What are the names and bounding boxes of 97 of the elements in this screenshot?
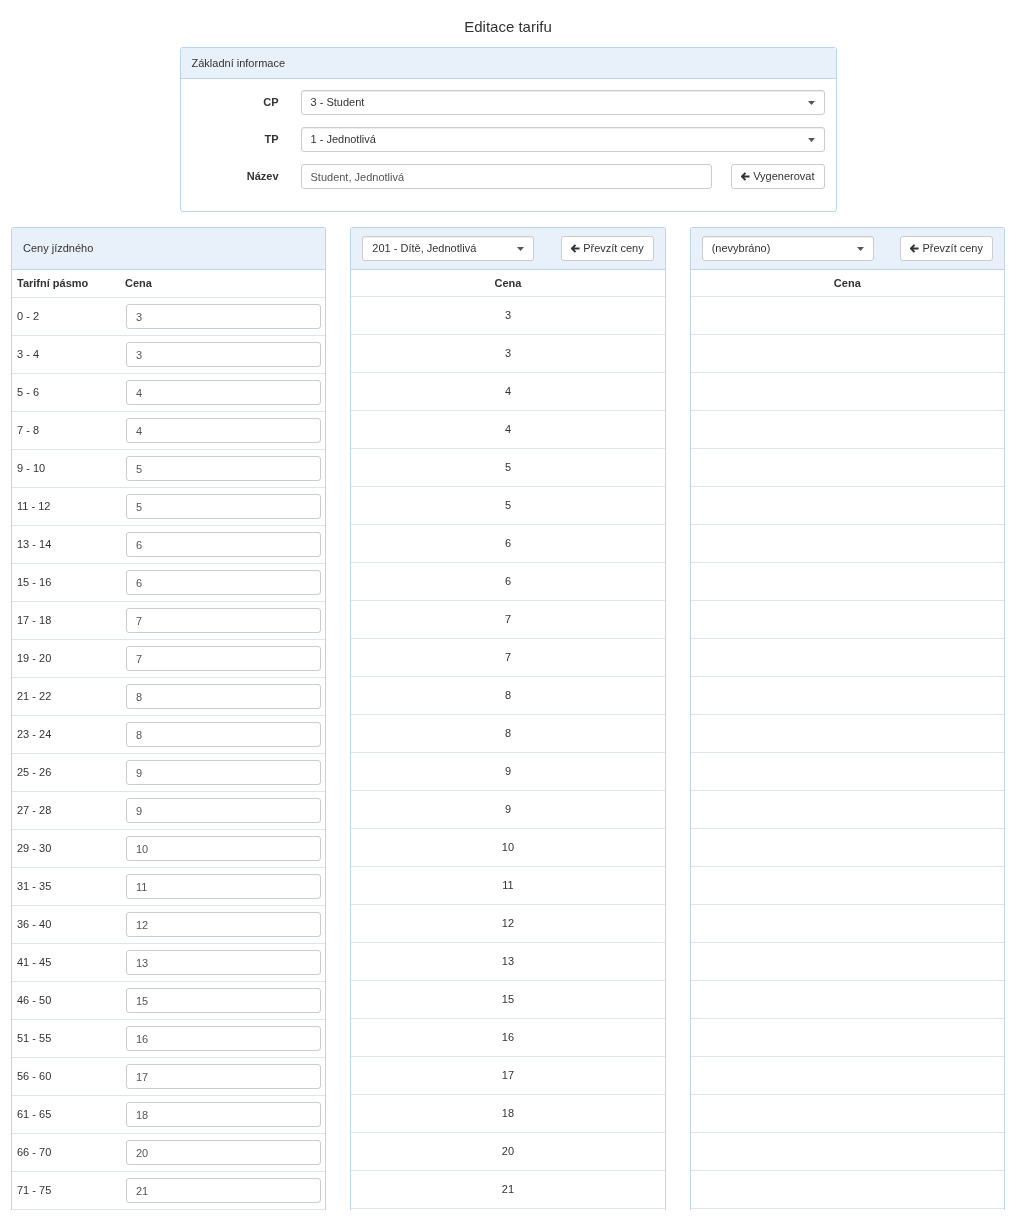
panel-title: Základní informace: [191, 55, 286, 71]
price-cell-text: 7: [504, 612, 512, 628]
zone-cell-text: 31 - 35: [17, 879, 53, 895]
zone-cell-text: 36 - 40: [17, 917, 53, 933]
price-field[interactable]: 20: [126, 1140, 322, 1165]
field-label: Název: [245, 169, 279, 185]
price-field[interactable]: 7: [126, 608, 322, 633]
action-button[interactable]: Vygenerovat: [731, 164, 825, 189]
arrow-left-icon: [571, 244, 581, 253]
price-field[interactable]: 5: [126, 494, 322, 519]
column-header: Cena: [125, 276, 152, 292]
zone-cell-text: 7 - 8: [17, 423, 40, 439]
price-cell-text: 3: [504, 308, 512, 324]
zone-cell-text: 5 - 6: [17, 385, 40, 401]
zone-cell-text: 41 - 45: [17, 955, 53, 971]
price-cell-text: 6: [504, 536, 512, 552]
name-field[interactable]: Student, Jednotlivá: [300, 164, 713, 189]
action-button[interactable]: Převzít ceny: [900, 236, 993, 261]
zone-cell-text: 23 - 24: [17, 727, 53, 743]
price-field[interactable]: 17: [126, 1064, 322, 1089]
panel-title: Ceny jízdného: [23, 241, 94, 257]
price-field[interactable]: 4: [126, 418, 322, 443]
zone-cell-text: 61 - 65: [17, 1107, 53, 1123]
price-cell-text: 6: [504, 574, 512, 590]
zone-cell-text: 27 - 28: [17, 803, 53, 819]
price-field[interactable]: 10: [126, 836, 322, 861]
price-cell-text: 12: [501, 916, 515, 932]
price-cell-text: 17: [501, 1068, 515, 1084]
price-cell-text: 8: [504, 726, 512, 742]
price-cell-text: 15: [501, 992, 515, 1008]
price-field[interactable]: 5: [126, 456, 322, 481]
price-cell-text: 5: [504, 460, 512, 476]
price-field[interactable]: 7: [126, 646, 322, 671]
price-field[interactable]: 12: [126, 912, 322, 937]
dropdown[interactable]: 201 - Dítě, Jednotlivá: [362, 236, 535, 261]
dropdown[interactable]: 1 - Jednotlivá: [300, 127, 825, 152]
zone-cell-text: 25 - 26: [17, 765, 53, 781]
zone-cell-text: 51 - 55: [17, 1031, 53, 1047]
price-field[interactable]: 11: [126, 874, 322, 899]
arrow-left-icon: [910, 244, 920, 253]
price-field[interactable]: 8: [126, 684, 322, 709]
zone-cell-text: 71 - 75: [17, 1183, 53, 1199]
dropdown[interactable]: (nevybráno): [701, 236, 874, 261]
price-field[interactable]: 4: [126, 380, 322, 405]
price-cell-text: 21: [501, 1182, 515, 1198]
field-label: CP: [262, 95, 279, 111]
action-button[interactable]: Převzít ceny: [561, 236, 654, 261]
price-field[interactable]: 3: [126, 304, 322, 329]
caret-icon: [807, 137, 815, 142]
price-field[interactable]: 8: [126, 722, 322, 747]
zone-cell-text: 13 - 14: [17, 537, 53, 553]
zone-cell-text: 15 - 16: [17, 575, 53, 591]
price-cell-text: 7: [504, 650, 512, 666]
zone-cell-text: 56 - 60: [17, 1069, 53, 1085]
zone-cell-text: 0 - 2: [17, 309, 40, 325]
zone-cell-text: 19 - 20: [17, 651, 53, 667]
price-cell-text: 4: [504, 422, 512, 438]
column-header: Cena: [494, 275, 522, 291]
price-cell-text: 10: [501, 840, 515, 856]
zone-cell-text: 21 - 22: [17, 689, 53, 705]
price-cell-text: 8: [504, 688, 512, 704]
zone-cell-text: 17 - 18: [17, 613, 53, 629]
zone-cell-text: 9 - 10: [17, 461, 47, 477]
price-cell-text: 9: [504, 764, 512, 780]
price-field[interactable]: 3: [126, 342, 322, 367]
price-cell-text: 4: [504, 384, 512, 400]
price-field[interactable]: 9: [126, 760, 322, 785]
price-field[interactable]: 6: [126, 532, 322, 557]
page-title: Editace tarifu: [463, 17, 553, 37]
price-cell-text: 16: [501, 1030, 515, 1046]
zone-cell-text: 29 - 30: [17, 841, 53, 857]
zone-cell-text: 66 - 70: [17, 1145, 53, 1161]
zone-cell-text: 3 - 4: [17, 347, 40, 363]
price-field[interactable]: 13: [126, 950, 322, 975]
zone-cell-text: 11 - 12: [17, 499, 52, 515]
price-field[interactable]: 9: [126, 798, 322, 823]
price-field[interactable]: 18: [126, 1102, 322, 1127]
price-cell-text: 3: [504, 346, 512, 362]
caret-icon: [517, 246, 525, 251]
caret-icon: [807, 100, 815, 105]
caret-icon: [856, 246, 864, 251]
price-cell-text: 18: [501, 1106, 515, 1122]
price-field[interactable]: 6: [126, 570, 322, 595]
field-label: TP: [263, 132, 279, 148]
column-header: Cena: [833, 275, 861, 291]
dropdown[interactable]: 3 - Student: [300, 90, 825, 115]
price-cell-text: 5: [504, 498, 512, 514]
price-field[interactable]: 15: [126, 988, 322, 1013]
column-header: Tarifní pásmo: [17, 276, 90, 292]
price-cell-text: 11: [502, 878, 514, 894]
arrow-left-icon: [741, 172, 751, 181]
price-field[interactable]: 16: [126, 1026, 322, 1051]
price-field[interactable]: 21: [126, 1178, 322, 1203]
price-cell-text: 13: [501, 954, 515, 970]
price-cell-text: 20: [501, 1144, 515, 1160]
price-cell-text: 9: [504, 802, 512, 818]
zone-cell-text: 46 - 50: [17, 993, 53, 1009]
